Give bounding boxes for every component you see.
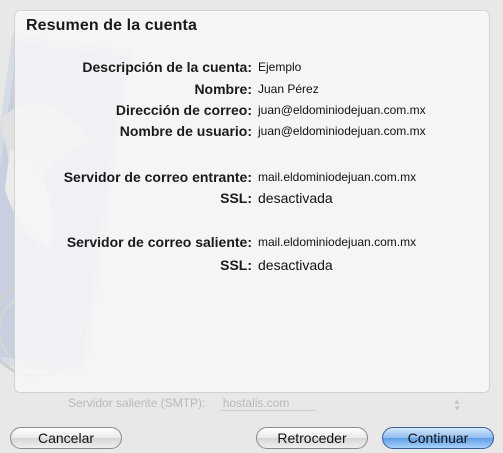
name-label: Nombre: — [194, 81, 252, 97]
email-address-label: Dirección de correo: — [115, 102, 252, 118]
outgoing-ssl-label: SSL: — [220, 257, 252, 273]
outgoing-server-label: Servidor de correo saliente: — [66, 234, 252, 250]
incoming-server-row: Servidor de correo entrante: mail.eldomi… — [0, 169, 503, 189]
email-address-value: juan@eldominiodejuan.com.mx — [258, 103, 426, 117]
incoming-ssl-value: desactivada — [258, 190, 333, 206]
incoming-server-value: mail.eldominiodejuan.com.mx — [258, 170, 417, 184]
page-title: Resumen de la cuenta — [26, 17, 197, 34]
background-smtp-label: Servidor saliente (SMTP): — [68, 396, 206, 410]
name-value: Juan Pérez — [258, 82, 319, 96]
account-description-value: Ejemplo — [258, 60, 302, 74]
cancel-button[interactable]: Cancelar — [10, 427, 122, 449]
continue-button[interactable]: Continuar — [382, 427, 494, 449]
username-value: juan@eldominiodejuan.com.mx — [258, 124, 426, 138]
username-label: Nombre de usuario: — [119, 123, 252, 139]
background-stepper-icon: ▴ ▾ — [454, 396, 460, 413]
outgoing-ssl-value: desactivada — [258, 257, 333, 273]
outgoing-server-value: mail.eldominiodejuan.com.mx — [258, 235, 417, 249]
back-button[interactable]: Retroceder — [256, 427, 368, 449]
username-row: Nombre de usuario: juan@eldominiodejuan.… — [0, 123, 503, 143]
outgoing-ssl-row: SSL: desactivada — [0, 257, 503, 277]
incoming-server-label: Servidor de correo entrante: — [63, 169, 252, 185]
background-smtp-field: Servidor saliente (SMTP): hostalis.com — [68, 396, 318, 411]
email-address-row: Dirección de correo: juan@eldominiodejua… — [0, 102, 503, 122]
outgoing-server-row: Servidor de correo saliente: mail.eldomi… — [0, 234, 503, 254]
background-smtp-value: hostalis.com — [218, 396, 318, 411]
incoming-ssl-row: SSL: desactivada — [0, 190, 503, 210]
name-row: Nombre: Juan Pérez — [0, 81, 503, 101]
incoming-ssl-label: SSL: — [220, 190, 252, 206]
account-description-label: Descripción de la cuenta: — [82, 59, 252, 75]
account-description-row: Descripción de la cuenta: Ejemplo — [0, 59, 503, 79]
